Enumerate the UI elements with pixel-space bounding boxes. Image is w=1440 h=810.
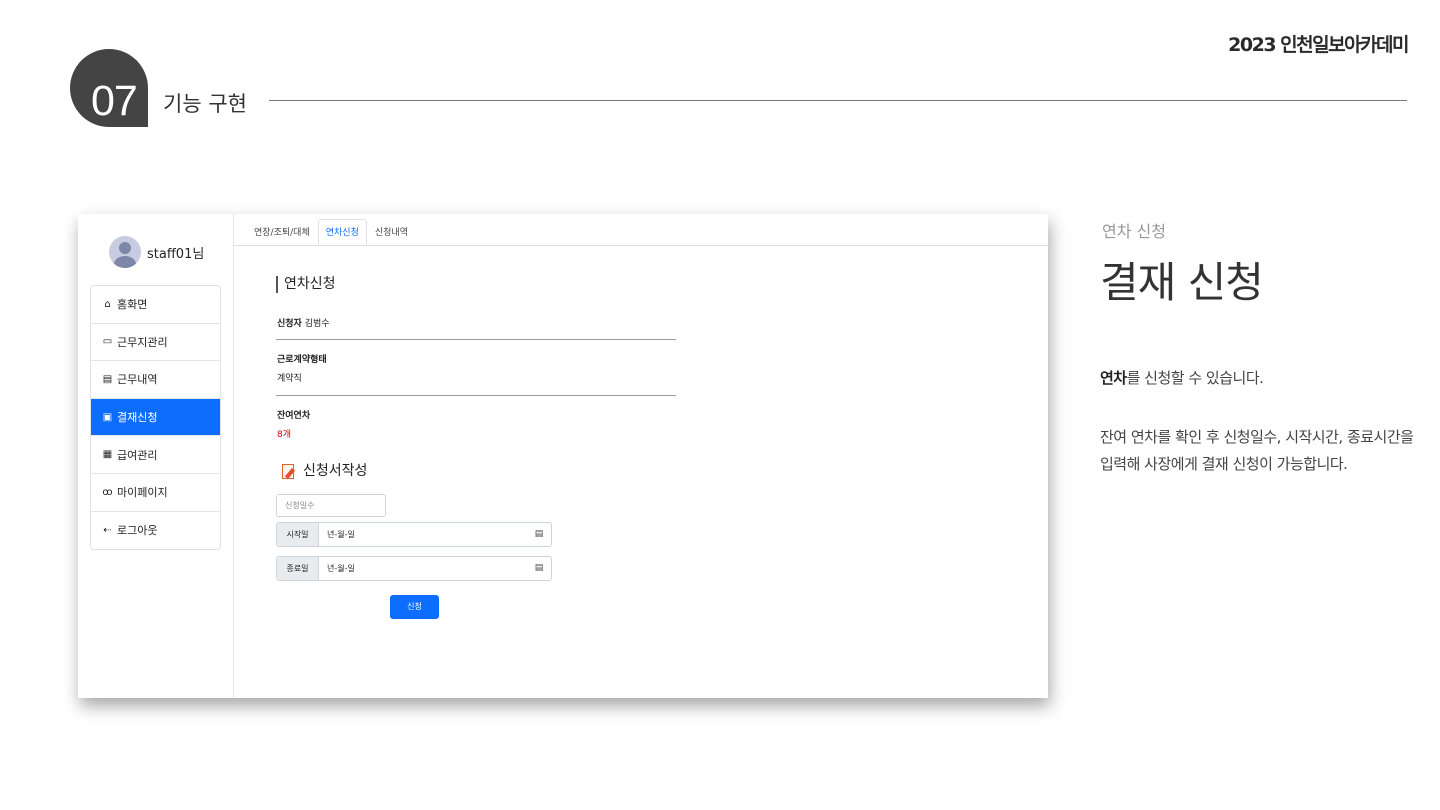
app-screenshot: staff01님 ⌂ 홈화면 ▭ 근무지관리 ▤ 근무내역 ▣ 결재신청 ▦ 급…	[78, 214, 1048, 698]
description-title: 결재 신청	[1100, 258, 1264, 307]
sidebar-item-payroll[interactable]: ▦ 급여관리	[91, 436, 220, 474]
page-title: 연차신청	[276, 276, 336, 293]
sidebar-nav: ⌂ 홈화면 ▭ 근무지관리 ▤ 근무내역 ▣ 결재신청 ▦ 급여관리 ꝏ 마이페…	[90, 285, 221, 551]
tab-bar: 연장/조퇴/대체 연차신청 신청내역	[246, 219, 416, 245]
slide: 2023 인천일보아카데미 07 기능 구현 staff01님 ⌂ 홈화면 ▭ …	[0, 0, 1440, 810]
start-date-field[interactable]: 시작일 년-월-일 ▤	[276, 522, 552, 547]
username: staff01님	[147, 246, 205, 262]
divider	[276, 395, 676, 396]
brand-title: 2023 인천일보아카데미	[1228, 34, 1409, 56]
form-title-label: 신청서작성	[303, 463, 368, 479]
calendar-icon[interactable]: ▤	[527, 557, 551, 580]
remaining-value: 8개	[277, 430, 292, 440]
sidebar-item-logout[interactable]: ⇠ 로그아웃	[91, 512, 220, 550]
section-title: 기능 구현	[163, 92, 247, 116]
description-rest: 를 신청할 수 있습니다.	[1126, 369, 1264, 387]
applicant-value: 김범수	[304, 319, 330, 329]
sidebar-item-work-history[interactable]: ▤ 근무내역	[91, 361, 220, 399]
end-date-field[interactable]: 종료일 년-월-일 ▤	[276, 556, 552, 581]
sidebar: staff01님 ⌂ 홈화면 ▭ 근무지관리 ▤ 근무내역 ▣ 결재신청 ▦ 급…	[78, 214, 234, 698]
tab-annual-leave[interactable]: 연차신청	[317, 219, 367, 245]
contract-value: 계약직	[277, 374, 302, 384]
remaining-label: 잔여연차	[277, 411, 311, 421]
submit-button[interactable]: 신청	[390, 595, 439, 619]
profile: staff01님	[109, 236, 204, 268]
applicant-label: 신청자	[277, 319, 302, 329]
calendar-icon: ▣	[102, 411, 113, 423]
end-date-label: 종료일	[277, 557, 319, 580]
description-paragraph-2: 잔여 연차를 확인 후 신청일수, 시작시간, 종료시간을 입력해 사장에게 결…	[1100, 428, 1414, 473]
avatar[interactable]	[109, 236, 141, 268]
tab-history[interactable]: 신청내역	[367, 219, 416, 245]
sidebar-item-label: 근무지관리	[117, 335, 168, 349]
sidebar-item-mypage[interactable]: ꝏ 마이페이지	[91, 474, 220, 512]
description-bold: 연차	[1100, 369, 1127, 387]
start-date-input[interactable]: 년-월-일	[319, 523, 527, 546]
form-title: 신청서작성	[280, 460, 367, 480]
briefcase-icon: ▭	[102, 336, 113, 348]
description-subtitle: 연차 신청	[1102, 222, 1166, 241]
sidebar-item-label: 마이페이지	[117, 486, 168, 500]
sidebar-item-label: 로그아웃	[117, 524, 158, 538]
start-date-label: 시작일	[277, 523, 319, 546]
building-icon: ▦	[102, 449, 113, 461]
logout-icon: ⇠	[103, 524, 112, 536]
people-icon: ꝏ	[102, 486, 113, 498]
tab-overtime[interactable]: 연장/조퇴/대체	[246, 219, 318, 245]
calendar-clock-icon: ▤	[102, 373, 113, 385]
edit-document-icon	[280, 462, 296, 479]
sidebar-item-home[interactable]: ⌂ 홈화면	[91, 286, 220, 324]
description-paragraph-1: 연차를 신청할 수 있습니다.	[1100, 367, 1264, 388]
applicant-row: 신청자 김범수	[277, 316, 330, 329]
days-input[interactable]: 신청일수	[276, 494, 386, 517]
sidebar-item-label: 근무내역	[117, 373, 158, 387]
section-number: 07	[91, 77, 138, 125]
home-icon: ⌂	[104, 298, 111, 310]
main-content: 연장/조퇴/대체 연차신청 신청내역 연차신청 신청자 김범수 근로계약형태 계…	[234, 214, 1048, 698]
sidebar-item-label: 홈화면	[117, 298, 148, 312]
sidebar-item-label: 급여관리	[117, 448, 158, 462]
divider	[276, 339, 676, 340]
contract-label: 근로계약형태	[277, 355, 327, 365]
sidebar-item-label: 결재신청	[117, 411, 158, 425]
tab-divider	[234, 245, 1048, 246]
sidebar-item-approval[interactable]: ▣ 결재신청	[91, 398, 220, 437]
end-date-input[interactable]: 년-월-일	[319, 557, 527, 580]
section-divider	[269, 100, 1407, 101]
sidebar-item-workplace[interactable]: ▭ 근무지관리	[91, 324, 220, 362]
calendar-icon[interactable]: ▤	[527, 523, 551, 546]
